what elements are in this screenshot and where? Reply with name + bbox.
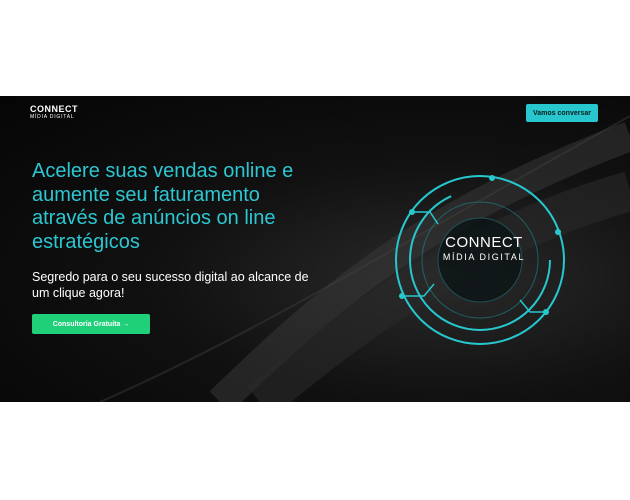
contact-button[interactable]: Vamos conversar: [526, 104, 598, 122]
hero-subtitle: Segredo para o seu sucesso digital ao al…: [32, 270, 309, 300]
hero-section: CONNECT MÍDIA DIGITAL Vamos conversar Ac…: [0, 96, 630, 402]
free-consulting-button[interactable]: Consultoria Gratuita →: [32, 314, 150, 334]
brand-logo[interactable]: CONNECT MÍDIA DIGITAL: [30, 105, 78, 120]
emblem-subtitle: MÍDIA DIGITAL: [442, 252, 526, 262]
emblem-label: CONNECT MÍDIA DIGITAL: [424, 234, 544, 262]
logo-title: CONNECT: [30, 104, 78, 114]
hero-headline: Acelere suas vendas online e aumente seu…: [32, 160, 294, 253]
logo-subtitle: MÍDIA DIGITAL: [30, 114, 75, 120]
emblem-title: CONNECT: [445, 234, 523, 251]
